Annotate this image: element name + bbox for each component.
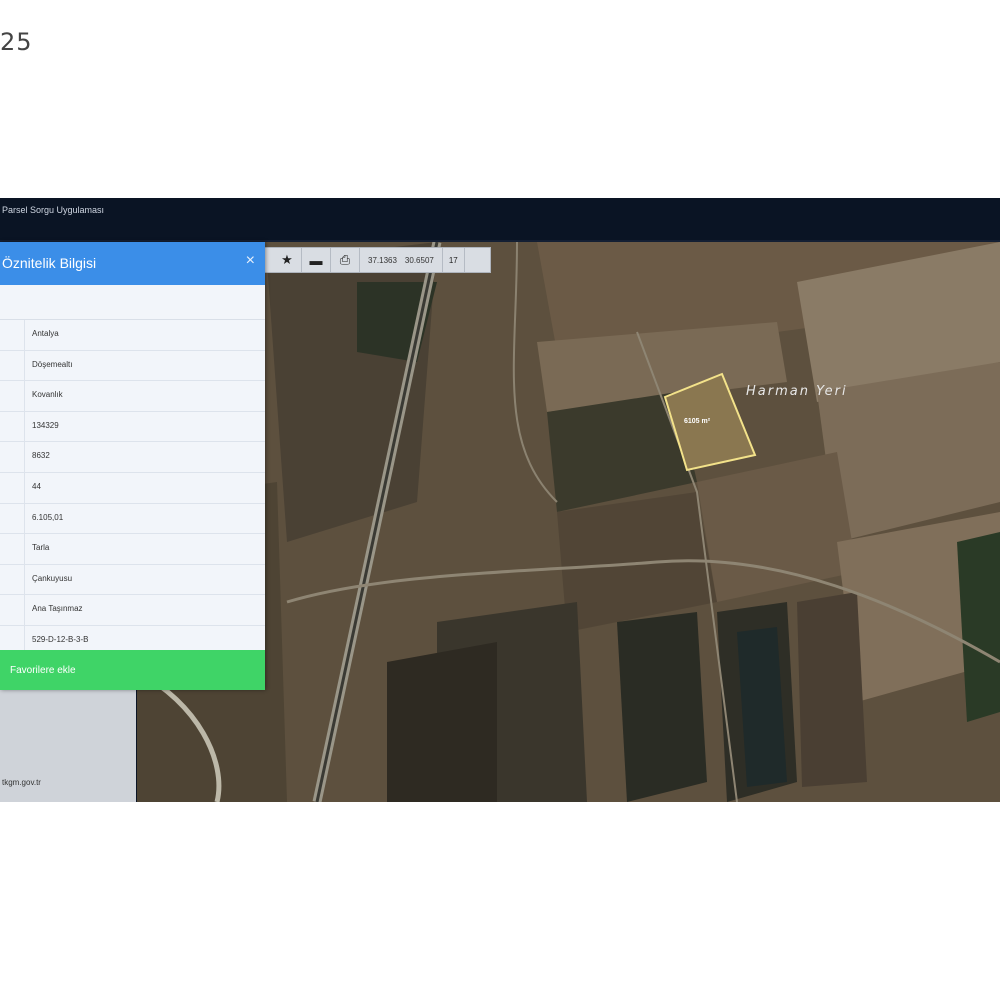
attribute-value: Ana Taşınmaz: [32, 604, 83, 614]
attribute-row: 8632: [0, 442, 265, 473]
app-title: Parsel Sorgu Uygulaması: [2, 205, 105, 215]
add-to-favorites-label: Favorilere ekle: [10, 664, 76, 676]
panel-subheader: [0, 285, 265, 320]
star-icon[interactable]: ★: [273, 248, 302, 272]
place-name-label: Harman Yeri: [746, 384, 848, 399]
attribute-value: 44: [32, 481, 41, 491]
attribute-key-cell: [0, 534, 25, 564]
attribute-key-cell: [0, 564, 25, 595]
attribute-row: Çankuyusu: [0, 564, 265, 596]
minus-icon[interactable]: ▬: [302, 248, 331, 272]
attribute-value: 134329: [32, 420, 59, 430]
attribute-value: 529-D-12-B-3-B: [32, 634, 89, 644]
sidebar-footer-link[interactable]: tkgm.gov.tr: [2, 778, 41, 787]
attribute-value: 8632: [32, 451, 50, 461]
satellite-imagery: [137, 242, 1000, 802]
attribute-key-cell: [0, 411, 25, 442]
close-icon[interactable]: ×: [246, 252, 255, 270]
attribute-info-panel: Öznitelik Bilgisi × Antalya Döşemealtı K…: [0, 242, 265, 690]
attribute-key-cell: [0, 595, 25, 625]
attribute-value: Döşemealtı: [32, 359, 73, 369]
attribute-row: Kovanlık: [0, 381, 265, 412]
add-to-favorites-button[interactable]: Favorilere ekle: [0, 650, 265, 690]
sidebar-background: tkgm.gov.tr: [0, 688, 136, 802]
attribute-key-cell: [0, 381, 25, 411]
attribute-value: Çankuyusu: [32, 573, 73, 583]
attribute-row: 6.105,01: [0, 503, 265, 535]
coordinate-readout: 37.1363 30.6507: [360, 248, 443, 272]
satellite-map[interactable]: 6105 m² Harman Yeri: [137, 242, 1000, 802]
latitude-value: 37.1363: [368, 255, 397, 265]
attribute-key-cell: [0, 442, 25, 472]
parcel-area-label: 6105 m²: [684, 418, 711, 425]
printer-icon[interactable]: ⎙: [331, 248, 360, 272]
attribute-value: 6.105,01: [32, 512, 64, 522]
attribute-row: Antalya: [0, 320, 265, 351]
attribute-value: Tarla: [32, 543, 50, 553]
attribute-key-cell: [0, 320, 25, 350]
panel-header: Öznitelik Bilgisi ×: [0, 242, 265, 285]
attribute-value: Kovanlık: [32, 390, 63, 400]
attribute-row: Tarla: [0, 534, 265, 565]
attribute-rows: Antalya Döşemealtı Kovanlık 134329 8632 …: [0, 320, 265, 657]
panel-title: Öznitelik Bilgisi: [2, 255, 97, 271]
attribute-value: Antalya: [32, 329, 59, 338]
attribute-key-cell: [0, 350, 25, 381]
attribute-key-cell: [0, 472, 25, 503]
top-bar: Parsel Sorgu Uygulaması: [0, 198, 1000, 242]
attribute-row: Döşemealtı: [0, 350, 265, 382]
zoom-level: 17: [443, 248, 465, 272]
page-number: 25: [0, 28, 33, 56]
app-window: Parsel Sorgu Uygulaması 6105 m² Harman Y…: [0, 198, 1000, 802]
attribute-key-cell: [0, 503, 25, 534]
attribute-row: 44: [0, 472, 265, 504]
longitude-value: 30.6507: [404, 255, 434, 265]
attribute-row: Ana Taşınmaz: [0, 595, 265, 626]
attribute-row: 134329: [0, 411, 265, 443]
